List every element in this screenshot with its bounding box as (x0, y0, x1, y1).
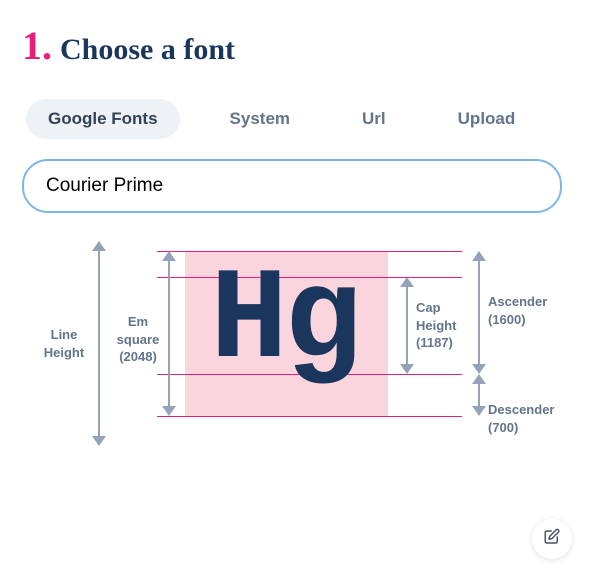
descender-label: Descender (700) (488, 401, 554, 436)
tab-upload[interactable]: Upload (436, 99, 538, 139)
sample-glyphs: Hg (210, 249, 358, 396)
cap-height-label: Cap Height (1187) (416, 299, 464, 352)
edit-button[interactable] (532, 519, 572, 559)
descender-value: (700) (488, 419, 554, 437)
ascender-arrow (472, 251, 486, 374)
step-title: Choose a font (60, 33, 235, 67)
tab-url[interactable]: Url (340, 99, 408, 139)
line-height-arrow (92, 241, 106, 446)
tab-google-fonts[interactable]: Google Fonts (26, 99, 180, 139)
step-heading: 1. Choose a font (22, 22, 570, 69)
step-number: 1. (22, 22, 52, 69)
edit-icon (543, 528, 561, 551)
font-metrics-diagram: Hg Line Height Em square (2048) Cap Heig… (22, 241, 562, 491)
em-square-value: (2048) (114, 348, 162, 366)
cap-height-label-text: Cap Height (416, 299, 464, 334)
ascender-value: (1600) (488, 311, 547, 329)
line-height-label: Line Height (42, 326, 86, 361)
em-square-label: Em square (2048) (114, 313, 162, 366)
descender-arrow (472, 374, 486, 416)
tab-system[interactable]: System (208, 99, 312, 139)
ascender-label: Ascender (1600) (488, 293, 547, 328)
cap-height-value: (1187) (416, 334, 464, 352)
em-square-label-text: Em square (114, 313, 162, 348)
descender-label-text: Descender (488, 401, 554, 419)
cap-height-arrow (400, 277, 414, 374)
font-source-tabs: Google Fonts System Url Upload (22, 99, 570, 139)
ascender-label-text: Ascender (488, 293, 547, 311)
em-square-arrow (162, 251, 176, 416)
guide-descender (157, 416, 462, 417)
font-search-wrap[interactable] (22, 159, 562, 213)
font-search-input[interactable] (46, 175, 538, 197)
